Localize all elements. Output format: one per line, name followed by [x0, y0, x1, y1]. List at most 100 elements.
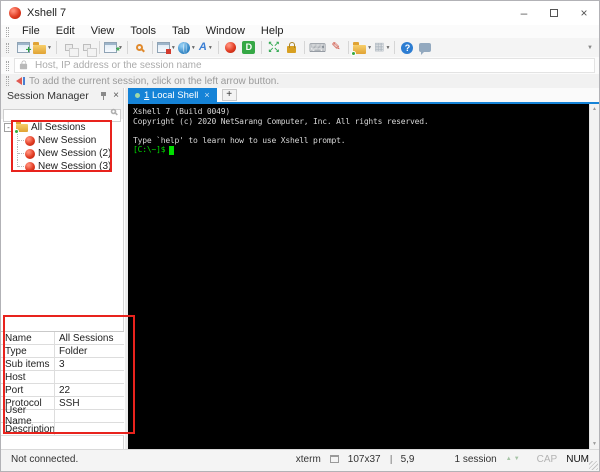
collapse-icon[interactable]: -: [4, 123, 13, 132]
connect-button[interactable]: [61, 39, 79, 57]
chevron-down-icon: ▼: [47, 44, 52, 51]
toolbar-separator: [394, 41, 396, 54]
minimize-button[interactable]: –: [509, 1, 539, 25]
address-input[interactable]: [33, 59, 590, 72]
tree-root-all-sessions[interactable]: - All Sessions: [1, 121, 123, 134]
search-icon: [110, 108, 117, 115]
tab-local-shell[interactable]: 1 Local Shell ×: [128, 88, 217, 102]
property-value: All Sessions: [54, 332, 124, 344]
toolbar-separator: [217, 41, 219, 54]
address-input-wrap: [14, 58, 595, 73]
property-value: [54, 423, 124, 435]
chevron-down-icon: ▼: [367, 44, 373, 51]
terminal-scrollbar[interactable]: ▲ ▼: [589, 104, 599, 449]
new-session-button[interactable]: +: [15, 39, 32, 56]
new-terminal-button[interactable]: * ▼: [103, 39, 123, 57]
toolbar-overflow-icon[interactable]: ▼: [587, 45, 595, 51]
app-icon: [9, 7, 21, 19]
property-row[interactable]: Type Folder: [1, 345, 124, 358]
tab-close-icon[interactable]: ×: [204, 90, 209, 100]
terminal[interactable]: Xshell 7 (Build 0049) Copyright (c) 2020…: [128, 104, 589, 449]
property-row[interactable]: Name All Sessions: [1, 332, 124, 345]
badge-icon: [351, 50, 357, 56]
chevron-down-icon: ▼: [170, 44, 176, 51]
fullscreen-button[interactable]: ↖↗ ↙↘: [266, 39, 282, 56]
help-icon: ?: [401, 41, 414, 54]
globe-icon: [177, 41, 190, 54]
tree-item-session-2[interactable]: New Session (2): [1, 147, 123, 160]
layout-button[interactable]: ▦ ▼: [374, 39, 390, 56]
panel-close-icon[interactable]: ×: [113, 91, 119, 101]
session-search-input[interactable]: [3, 108, 121, 122]
menu-item-view[interactable]: View: [83, 25, 123, 38]
property-row[interactable]: Description: [1, 423, 124, 436]
tree-item-session-1[interactable]: New Session: [1, 134, 123, 147]
chevron-down-icon: ▼: [385, 44, 391, 51]
drag-handle[interactable]: [6, 60, 9, 71]
toolbar-separator: [348, 41, 350, 54]
lock-screen-button[interactable]: [284, 39, 300, 56]
drag-handle[interactable]: [6, 26, 9, 37]
tab-bar: 1 Local Shell × +: [128, 88, 599, 104]
info-bar-text: To add the current session, click on the…: [29, 75, 280, 87]
pen-icon: ✎: [331, 41, 341, 53]
resize-grip[interactable]: [589, 461, 598, 470]
scroll-up-icon[interactable]: ▲: [590, 106, 599, 112]
tree-item-label: New Session (2): [38, 148, 112, 159]
grid-icon: ▦: [374, 41, 385, 53]
menu-item-help[interactable]: Help: [253, 25, 292, 38]
panel-title: Session Manager: [7, 90, 89, 102]
new-tab-button[interactable]: +: [221, 89, 237, 101]
menu-item-tools[interactable]: Tools: [122, 25, 164, 38]
property-value: [54, 410, 124, 422]
new-folder-icon: [351, 41, 367, 56]
disconnect-button[interactable]: [79, 39, 97, 57]
pin-icon[interactable]: [100, 91, 108, 101]
xftp-icon: D: [242, 41, 256, 54]
terminal-line: Copyright (c) 2020 NetSarang Computer, I…: [133, 116, 429, 126]
maximize-button[interactable]: [539, 1, 569, 25]
menu-item-tab[interactable]: Tab: [164, 25, 198, 38]
chat-bubble-icon: [419, 43, 432, 55]
property-value: SSH: [54, 397, 124, 409]
terminal-prompt: [C:\~]$: [133, 145, 166, 155]
toolbar-separator: [151, 41, 153, 54]
menu-item-file[interactable]: File: [14, 25, 48, 38]
property-row[interactable]: Port 22: [1, 384, 124, 397]
virtual-keyboard-button[interactable]: ⌨: [309, 39, 326, 56]
new-folder-button[interactable]: ▼: [351, 39, 373, 56]
web-button[interactable]: ▼: [177, 39, 196, 56]
property-row[interactable]: Host: [1, 371, 124, 384]
terminal-line: Type `help' to learn how to use Xshell p…: [133, 135, 346, 145]
panel-header: Session Manager ×: [1, 88, 123, 104]
property-key: Type: [5, 345, 27, 357]
menu-item-window[interactable]: Window: [198, 25, 253, 38]
tree-item-session-3[interactable]: New Session (3): [1, 160, 123, 173]
session-manager-panel: Session Manager × - All Sessions New Ses…: [1, 88, 135, 449]
properties-button[interactable]: ▼: [156, 39, 176, 56]
session-icon: [25, 161, 35, 172]
drag-handle[interactable]: [6, 76, 9, 86]
scroll-down-icon[interactable]: ▼: [590, 441, 599, 447]
drag-handle[interactable]: [6, 42, 9, 53]
property-key: Host: [5, 371, 26, 383]
xshell-button[interactable]: [223, 39, 239, 56]
xftp-button[interactable]: D: [241, 39, 257, 56]
open-folder-button[interactable]: ▼: [33, 39, 52, 56]
property-row[interactable]: Sub items 3: [1, 358, 124, 371]
terminal-area: 1 Local Shell × + Xshell 7 (Build 0049) …: [128, 88, 599, 449]
property-value: 3: [54, 358, 124, 370]
main-area: Session Manager × - All Sessions New Ses…: [1, 88, 599, 449]
font-button[interactable]: A ▼: [198, 39, 214, 56]
menu-item-edit[interactable]: Edit: [48, 25, 83, 38]
help-button[interactable]: ?: [399, 39, 415, 56]
lock-icon: [287, 42, 297, 53]
close-button[interactable]: ×: [569, 1, 599, 25]
property-row[interactable]: User Name: [1, 405, 124, 427]
toolbar-separator: [126, 41, 128, 54]
compose-button[interactable]: ✎: [328, 39, 344, 56]
feedback-button[interactable]: [417, 39, 433, 56]
chevron-down-icon: ▼: [207, 44, 213, 51]
xshell-icon: [225, 42, 237, 53]
find-button[interactable]: [132, 39, 148, 56]
